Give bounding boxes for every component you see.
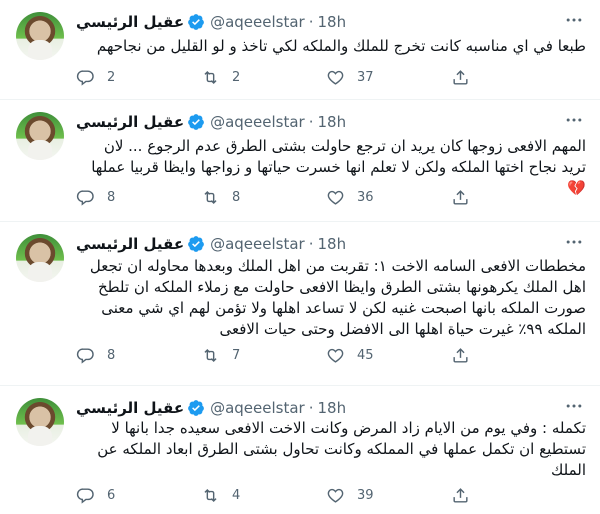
share-button[interactable] (451, 486, 576, 505)
reply-icon (76, 69, 94, 86)
reply-icon (76, 189, 94, 206)
like-button[interactable]: 36 (326, 188, 451, 207)
like-button[interactable]: 45 (326, 346, 451, 365)
retweet-icon (204, 70, 217, 84)
avatar[interactable] (16, 112, 64, 160)
share-icon (453, 487, 468, 503)
like-button[interactable]: 37 (326, 68, 451, 87)
retweet-icon (204, 488, 217, 502)
like-icon (327, 70, 344, 85)
tweet-text: طبعا في اي مناسبه كانت تخرج للملك والملك… (96, 37, 586, 55)
verified-badge-icon (188, 114, 204, 130)
retweet-button[interactable]: 7 (201, 346, 326, 365)
reply-count: 8 (107, 347, 116, 363)
share-icon (453, 347, 468, 363)
retweet-icon (204, 190, 217, 204)
reply-icon (76, 347, 94, 364)
tweet-header: عقيل الرئيسي @aqeeelstar · 18h (76, 398, 346, 418)
tweet-text: تكمله : وفي يوم من الايام زاد المرض وكان… (97, 419, 586, 479)
more-icon[interactable] (564, 110, 584, 130)
author-name[interactable]: عقيل الرئيسي (76, 235, 184, 253)
tweet-actions: 2 2 37 (76, 67, 576, 87)
separator-dot: · (308, 13, 314, 31)
avatar[interactable] (16, 398, 64, 446)
like-icon (327, 348, 344, 363)
tweet[interactable]: عقيل الرئيسي @aqeeelstar · 18h طبعا في ا… (0, 0, 600, 100)
verified-badge-icon (188, 236, 204, 252)
share-button[interactable] (451, 188, 576, 207)
retweet-button[interactable]: 2 (201, 68, 326, 87)
separator-dot: · (308, 235, 314, 253)
tweet-time[interactable]: 18h (317, 399, 346, 417)
author-name[interactable]: عقيل الرئيسي (76, 399, 184, 417)
tweet[interactable]: عقيل الرئيسي @aqeeelstar · 18h تكمله : و… (0, 386, 600, 514)
like-icon (327, 488, 344, 503)
share-button[interactable] (451, 68, 576, 87)
retweet-button[interactable]: 8 (201, 188, 326, 207)
tweet[interactable]: عقيل الرئيسي @aqeeelstar · 18h المهم الا… (0, 100, 600, 222)
reply-count: 6 (107, 487, 116, 503)
like-button[interactable]: 39 (326, 486, 451, 505)
tweet-time[interactable]: 18h (317, 113, 346, 131)
reply-button[interactable]: 2 (76, 68, 201, 87)
retweet-count: 7 (232, 347, 241, 363)
tweet-text: مخططات الافعى السامه الاخت ١: تقربت من ا… (89, 257, 586, 338)
like-icon (327, 190, 344, 205)
author-handle[interactable]: @aqeeelstar (210, 113, 305, 131)
tweet-header: عقيل الرئيسي @aqeeelstar · 18h (76, 12, 346, 32)
author-handle[interactable]: @aqeeelstar (210, 399, 305, 417)
author-name[interactable]: عقيل الرئيسي (76, 13, 184, 31)
separator-dot: · (308, 113, 314, 131)
like-count: 36 (357, 189, 374, 205)
share-icon (453, 69, 468, 85)
more-icon[interactable] (564, 10, 584, 30)
tweet-header: عقيل الرئيسي @aqeeelstar · 18h (76, 234, 346, 254)
more-icon[interactable] (564, 232, 584, 252)
reply-icon (76, 487, 94, 504)
reply-count: 8 (107, 189, 116, 205)
author-handle[interactable]: @aqeeelstar (210, 235, 305, 253)
tweet-header: عقيل الرئيسي @aqeeelstar · 18h (76, 112, 346, 132)
reply-button[interactable]: 8 (76, 188, 201, 207)
tweet-time[interactable]: 18h (317, 13, 346, 31)
tweet-actions: 8 7 45 (76, 345, 576, 365)
like-count: 37 (357, 69, 374, 85)
tweet-actions: 8 8 36 (76, 187, 576, 207)
retweet-icon (204, 348, 217, 362)
retweet-count: 2 (232, 69, 241, 85)
tweet-time[interactable]: 18h (317, 235, 346, 253)
verified-badge-icon (188, 14, 204, 30)
author-name[interactable]: عقيل الرئيسي (76, 113, 184, 131)
share-icon (453, 189, 468, 205)
avatar[interactable] (16, 12, 64, 60)
like-count: 39 (357, 487, 374, 503)
like-count: 45 (357, 347, 374, 363)
author-handle[interactable]: @aqeeelstar (210, 13, 305, 31)
verified-badge-icon (188, 400, 204, 416)
share-button[interactable] (451, 346, 576, 365)
retweet-count: 4 (232, 487, 241, 503)
tweet[interactable]: عقيل الرئيسي @aqeeelstar · 18h مخططات ال… (0, 222, 600, 386)
avatar[interactable] (16, 234, 64, 282)
retweet-count: 8 (232, 189, 241, 205)
reply-count: 2 (107, 69, 116, 85)
reply-button[interactable]: 6 (76, 486, 201, 505)
separator-dot: · (308, 399, 314, 417)
reply-button[interactable]: 8 (76, 346, 201, 365)
retweet-button[interactable]: 4 (201, 486, 326, 505)
more-icon[interactable] (564, 396, 584, 416)
tweet-actions: 6 4 39 (76, 485, 576, 505)
tweet-feed: عقيل الرئيسي @aqeeelstar · 18h طبعا في ا… (0, 0, 600, 514)
